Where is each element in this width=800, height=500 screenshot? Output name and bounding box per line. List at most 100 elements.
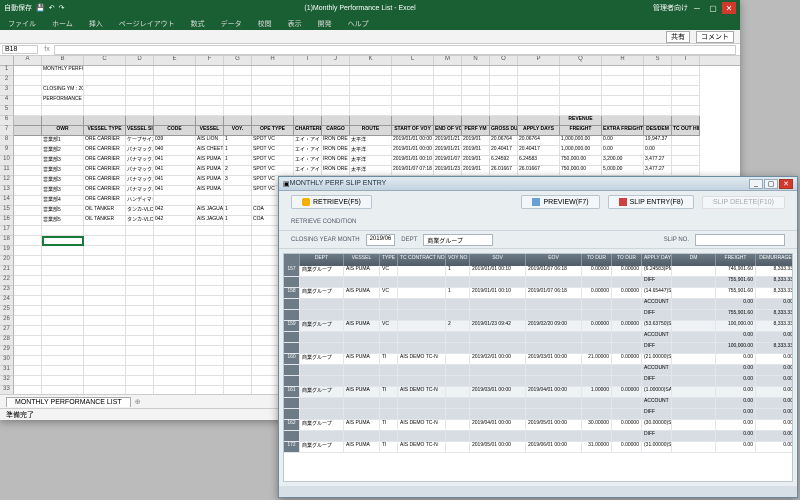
grid-header[interactable]: SOV — [470, 254, 526, 266]
cell[interactable] — [224, 196, 252, 206]
cell[interactable]: 2019/01 — [462, 136, 490, 146]
cell[interactable] — [14, 316, 42, 326]
grid-cell[interactable]: 0.00 — [756, 299, 793, 309]
cell[interactable] — [434, 106, 462, 116]
grid-cell[interactable]: 0.00 — [716, 365, 756, 375]
cell[interactable]: 750,000.00 — [560, 156, 602, 166]
ribbon-tab[interactable]: ヘルプ — [344, 18, 373, 30]
col-header[interactable]: F — [196, 56, 224, 65]
grid-cell[interactable]: 0.00000 — [612, 288, 642, 298]
cell[interactable] — [126, 116, 154, 126]
cell[interactable] — [462, 96, 490, 106]
ribbon-tab[interactable]: 開発 — [314, 18, 336, 30]
cell[interactable] — [490, 96, 518, 106]
cell[interactable]: SPOT VC — [252, 156, 294, 166]
cell[interactable] — [196, 76, 224, 86]
cell[interactable] — [84, 86, 126, 96]
grid-cell[interactable]: 746,901.60 — [716, 266, 756, 276]
cell[interactable]: IRON ORE — [322, 136, 350, 146]
cell[interactable] — [42, 246, 84, 256]
grid-cell[interactable]: 0.00 — [756, 398, 793, 408]
grid-cell[interactable]: 2019/02/20 09:00 — [526, 321, 582, 331]
grid-cell[interactable] — [446, 310, 470, 320]
cell[interactable] — [196, 226, 224, 236]
cell[interactable] — [42, 76, 84, 86]
cell[interactable]: SPOT VC — [252, 136, 294, 146]
grid-header[interactable]: TC CONTRACT NO — [398, 254, 446, 266]
grid-cell[interactable]: 0.00 — [756, 387, 793, 397]
row-header[interactable]: 30 — [0, 356, 14, 366]
grid-cell[interactable] — [582, 398, 612, 408]
grid-cell[interactable] — [526, 310, 582, 320]
cell[interactable] — [224, 366, 252, 376]
grid-cell[interactable] — [300, 431, 344, 441]
cell[interactable] — [154, 236, 196, 246]
cell[interactable]: ORE CARRIER — [84, 156, 126, 166]
cell[interactable] — [42, 366, 84, 376]
grid-cell[interactable] — [582, 343, 612, 353]
grid-cell[interactable]: 1 — [446, 288, 470, 298]
cell[interactable] — [154, 226, 196, 236]
cell[interactable] — [644, 96, 672, 106]
cell[interactable]: 6.24583 — [518, 156, 560, 166]
cell[interactable]: VESSEL TYPE — [84, 126, 126, 136]
grid-cell[interactable] — [582, 365, 612, 375]
cell[interactable] — [126, 276, 154, 286]
cell[interactable] — [490, 76, 518, 86]
row-header[interactable]: 13 — [0, 186, 14, 196]
cell[interactable] — [392, 96, 434, 106]
grid-cell[interactable]: (1.00000)SALES — [642, 387, 672, 397]
cell[interactable] — [14, 296, 42, 306]
grid-cell[interactable] — [612, 332, 642, 342]
grid-cell[interactable]: 0.00 — [716, 442, 756, 452]
cell[interactable]: END OF VOY — [434, 126, 462, 136]
cell[interactable] — [126, 316, 154, 326]
cell[interactable] — [392, 76, 434, 86]
cell[interactable]: 0.00 — [644, 146, 672, 156]
cell[interactable] — [42, 226, 84, 236]
cell[interactable] — [392, 66, 434, 76]
cell[interactable] — [84, 306, 126, 316]
grid-cell[interactable] — [398, 277, 446, 287]
grid-cell[interactable]: 0.00000 — [612, 442, 642, 452]
cell[interactable] — [126, 246, 154, 256]
grid-cell[interactable] — [672, 409, 716, 419]
comment-button[interactable]: コメント — [696, 31, 734, 43]
grid-cell[interactable] — [612, 431, 642, 441]
cell[interactable] — [126, 256, 154, 266]
grid-cell[interactable]: 0.00000 — [582, 266, 612, 276]
grid-cell[interactable]: 0.00000 — [582, 321, 612, 331]
cell[interactable]: 3,477.27 — [644, 156, 672, 166]
row-header[interactable]: 19 — [0, 246, 14, 256]
grid-cell[interactable] — [398, 332, 446, 342]
grid-cell[interactable] — [672, 365, 716, 375]
grid-cell[interactable] — [300, 277, 344, 287]
grid-cell[interactable]: 2019/06/01 00:00 — [526, 442, 582, 452]
grid-cell[interactable] — [446, 299, 470, 309]
grid-cell[interactable]: 0.00 — [716, 409, 756, 419]
cell[interactable] — [560, 66, 602, 76]
cell[interactable] — [392, 106, 434, 116]
cell[interactable]: ケープサイズ(鉱石船) — [126, 136, 154, 146]
grid-cell[interactable]: (53.63750)SALES — [642, 321, 672, 331]
cell[interactable] — [42, 386, 84, 394]
grid-cell[interactable] — [526, 376, 582, 386]
cell[interactable]: VOY. — [224, 126, 252, 136]
col-header[interactable]: S — [644, 56, 672, 65]
row-header[interactable]: 8 — [0, 136, 14, 146]
col-header[interactable]: P — [518, 56, 560, 65]
cell[interactable] — [322, 96, 350, 106]
cell[interactable] — [14, 246, 42, 256]
cell[interactable] — [602, 66, 644, 76]
cell[interactable] — [84, 66, 126, 76]
ribbon-tab[interactable]: ホーム — [48, 18, 77, 30]
cell[interactable] — [252, 76, 294, 86]
cell[interactable]: 039 — [154, 136, 196, 146]
grid-cell[interactable]: AIS PUMA — [344, 420, 380, 430]
grid-cell[interactable] — [582, 376, 612, 386]
row-header[interactable]: 26 — [0, 316, 14, 326]
grid-cell[interactable] — [344, 277, 380, 287]
cell[interactable] — [224, 236, 252, 246]
cell[interactable]: パナマックス — [126, 186, 154, 196]
cell[interactable]: 営業部3 — [42, 186, 84, 196]
